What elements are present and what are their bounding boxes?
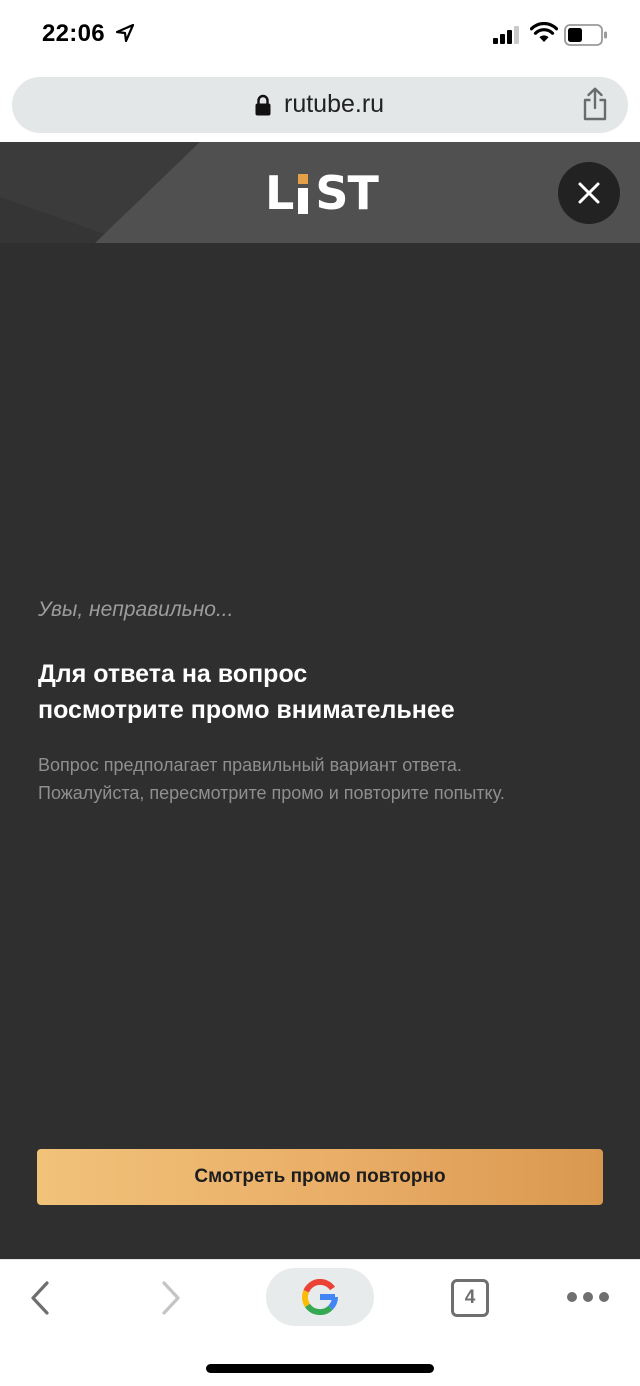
home-indicator xyxy=(206,1364,434,1373)
url-text: rutube.ru xyxy=(284,90,385,118)
location-arrow-icon xyxy=(116,24,134,42)
close-button[interactable] xyxy=(558,162,620,224)
lock-icon xyxy=(255,94,271,116)
battery-icon xyxy=(564,24,607,46)
browser-address-area: rutube.ru xyxy=(0,68,640,142)
close-icon xyxy=(578,182,600,204)
description-line: Пожалуйста, пересмотрите промо и повтори… xyxy=(38,783,505,803)
status-bar: 22:06 xyxy=(0,0,640,68)
headline-line: Для ответа на вопрос xyxy=(38,660,308,688)
result-description: Вопрос предполагает правильный вариант о… xyxy=(38,751,618,807)
tab-count: 4 xyxy=(464,1287,476,1308)
address-bar[interactable]: rutube.ru xyxy=(12,77,628,133)
rewatch-promo-label: Смотреть промо повторно xyxy=(194,1166,446,1187)
share-icon[interactable] xyxy=(582,87,608,121)
list-logo: L S T xyxy=(265,166,379,220)
result-status-text: Увы, неправильно... xyxy=(38,598,234,621)
headline-line: посмотрите промо внимательнее xyxy=(38,696,455,724)
logo-letter-s: S xyxy=(315,166,348,220)
google-g-icon xyxy=(302,1279,338,1315)
logo-letter-l: L xyxy=(265,166,294,220)
logo-letter-i xyxy=(297,170,309,216)
google-search-button[interactable] xyxy=(266,1268,374,1326)
cellular-signal-icon xyxy=(493,26,519,44)
rewatch-promo-button[interactable]: Смотреть промо повторно xyxy=(37,1149,603,1205)
tabs-button[interactable]: 4 xyxy=(451,1279,489,1317)
back-arrow-icon[interactable] xyxy=(26,1280,56,1316)
logo-letter-t: T xyxy=(347,166,378,220)
browser-toolbar: 4 xyxy=(0,1259,640,1386)
wifi-icon xyxy=(530,22,558,42)
quiz-result-panel: Увы, неправильно... Для ответа на вопрос… xyxy=(0,243,640,1259)
page-header: L S T xyxy=(0,142,640,243)
status-time: 22:06 xyxy=(42,20,105,47)
description-line: Вопрос предполагает правильный вариант о… xyxy=(38,755,462,775)
result-headline: Для ответа на вопрос посмотрите промо вн… xyxy=(38,656,598,728)
more-options-icon[interactable] xyxy=(566,1288,610,1306)
forward-arrow-icon[interactable] xyxy=(156,1280,186,1316)
